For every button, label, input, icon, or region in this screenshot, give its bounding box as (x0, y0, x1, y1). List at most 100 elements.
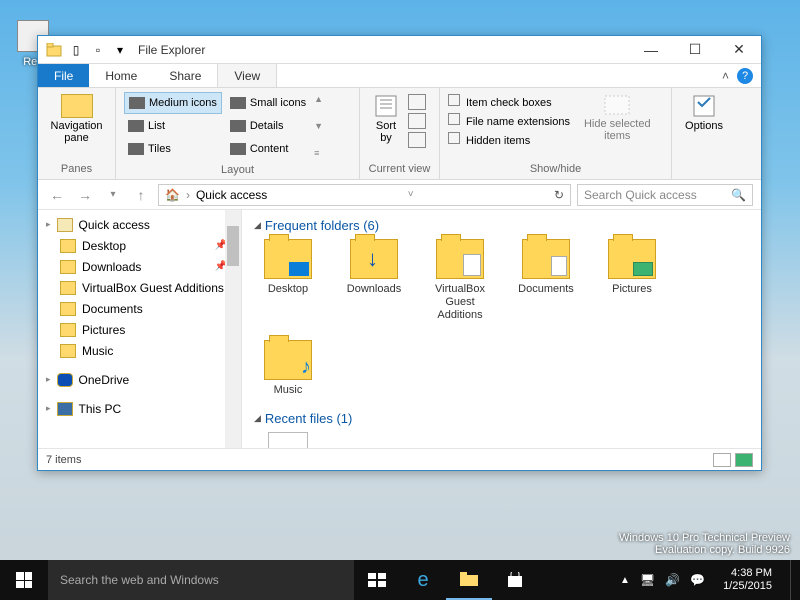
options-button[interactable]: Options (680, 92, 728, 134)
details-icon (230, 120, 246, 132)
scrollbar-thumb[interactable] (227, 226, 239, 266)
folder-desktop[interactable]: Desktop (254, 239, 322, 322)
onedrive-icon (57, 373, 73, 387)
tray-volume-icon[interactable]: 🔊 (665, 573, 680, 587)
file-icon (268, 432, 308, 448)
layout-content[interactable]: Content (226, 138, 310, 160)
recent-dropdown[interactable]: ▾ (102, 184, 124, 206)
sidebar-onedrive[interactable]: ▸OneDrive (38, 369, 241, 390)
ribbon-collapse-icon[interactable]: ˄ (722, 69, 729, 83)
up-button[interactable]: ↑ (130, 184, 152, 206)
tray-notifications-icon[interactable]: 💬 (690, 573, 705, 587)
group-label-showhide: Show/hide (448, 159, 663, 175)
taskbar-clock[interactable]: 4:38 PM 1/25/2015 (715, 567, 780, 593)
check-item-boxes[interactable]: Item check boxes (448, 94, 570, 109)
folder-icon (60, 260, 76, 274)
tab-file[interactable]: File (38, 64, 89, 87)
size-columns-icon[interactable] (408, 132, 426, 148)
layout-more[interactable]: ≡ (314, 148, 323, 158)
sidebar-item-virtualbox[interactable]: VirtualBox Guest Additions (38, 277, 241, 298)
tab-home[interactable]: Home (89, 64, 153, 87)
view-details-button[interactable] (713, 453, 731, 467)
start-button[interactable] (0, 560, 48, 600)
quick-access-toolbar: ▯ ▫ ▾ (44, 40, 130, 60)
tray-network-icon[interactable]: 🖥 (640, 573, 655, 587)
layout-details[interactable]: Details (226, 115, 310, 137)
group-frequent-folders[interactable]: ◢Frequent folders (6) (254, 218, 749, 233)
status-bar: 7 items (38, 448, 761, 470)
close-button[interactable]: ✕ (717, 36, 761, 64)
address-bar[interactable]: 🏠 › Quick access ˅ ↻ (158, 184, 571, 206)
navigation-pane-button[interactable]: Navigation pane (46, 92, 107, 146)
status-text: 7 items (46, 454, 81, 466)
layout-medium-icons[interactable]: Medium icons (124, 92, 222, 114)
qat-dropdown-icon[interactable]: ▾ (110, 40, 130, 60)
ribbon-tabs: File Home Share View ˄ ? (38, 64, 761, 88)
qat-properties-icon[interactable]: ▯ (66, 40, 86, 60)
taskbar-search[interactable]: Search the web and Windows (48, 560, 354, 600)
sort-by-button[interactable]: Sort by (368, 92, 404, 148)
group-by-icon[interactable] (408, 94, 426, 110)
taskbar-store[interactable] (492, 560, 538, 600)
help-icon[interactable]: ? (737, 68, 753, 84)
sidebar-item-downloads[interactable]: Downloads📌 (38, 256, 241, 277)
breadcrumb[interactable]: Quick access (196, 188, 267, 202)
qat-new-folder-icon[interactable]: ▫ (88, 40, 108, 60)
folder-music[interactable]: ♪Music (254, 340, 322, 397)
folder-icon (60, 323, 76, 337)
sidebar-item-pictures[interactable]: Pictures (38, 319, 241, 340)
tiles-icon (128, 143, 144, 155)
sidebar-item-documents[interactable]: Documents (38, 298, 241, 319)
content-icon (230, 143, 246, 155)
desktop-watermark: Windows 10 Pro Technical Preview Evaluat… (619, 532, 790, 556)
sidebar-item-music[interactable]: Music (38, 340, 241, 361)
search-icon: 🔍 (731, 188, 746, 202)
layout-scroll-down[interactable]: ▼ (314, 121, 323, 131)
show-desktop-button[interactable] (790, 560, 796, 600)
list-icon (128, 120, 144, 132)
folder-icon (60, 302, 76, 316)
folder-virtualbox[interactable]: VirtualBox Guest Additions (426, 239, 494, 322)
file-vboxvideo[interactable]: VBoxVideo (254, 432, 322, 448)
check-hidden[interactable]: Hidden items (448, 132, 570, 147)
layout-tiles[interactable]: Tiles (124, 138, 222, 160)
folder-documents[interactable]: Documents (512, 239, 580, 322)
folder-icon (608, 239, 656, 279)
hide-selected-button[interactable]: Hide selected items (578, 92, 657, 147)
layout-list[interactable]: List (124, 115, 222, 137)
folder-icon (60, 344, 76, 358)
taskbar-explorer[interactable] (446, 560, 492, 600)
maximize-button[interactable]: ☐ (673, 36, 717, 64)
taskbar-ie[interactable]: e (400, 560, 446, 600)
hide-selected-icon (603, 94, 631, 116)
store-icon (507, 572, 523, 588)
sidebar-this-pc[interactable]: ▸This PC (38, 398, 241, 419)
options-icon (690, 94, 718, 118)
minimize-button[interactable]: — (629, 36, 673, 64)
forward-button[interactable]: → (74, 184, 96, 206)
back-button[interactable]: ← (46, 184, 68, 206)
add-columns-icon[interactable] (408, 113, 426, 129)
tab-view[interactable]: View (217, 64, 277, 87)
layout-scroll-up[interactable]: ▲ (314, 94, 323, 104)
view-thumbnails-button[interactable] (735, 453, 753, 467)
task-view-button[interactable] (354, 560, 400, 600)
check-extensions[interactable]: File name extensions (448, 113, 570, 128)
group-label-layout: Layout (124, 160, 351, 176)
sidebar-quick-access[interactable]: ▸Quick access (38, 214, 241, 235)
folder-icon (264, 239, 312, 279)
layout-small-icons[interactable]: Small icons (226, 92, 310, 114)
group-label-panes: Panes (46, 159, 107, 175)
sidebar-scrollbar[interactable] (225, 210, 241, 448)
titlebar: ▯ ▫ ▾ File Explorer — ☐ ✕ (38, 36, 761, 64)
home-icon: 🏠 (165, 188, 180, 202)
refresh-icon[interactable]: ↻ (554, 188, 564, 202)
search-input[interactable]: Search Quick access 🔍 (577, 184, 753, 206)
folder-downloads[interactable]: ↓Downloads (340, 239, 408, 322)
group-recent-files[interactable]: ◢Recent files (1) (254, 411, 749, 426)
tray-expand-icon[interactable]: ▲ (620, 575, 630, 586)
folder-pictures[interactable]: Pictures (598, 239, 666, 322)
tab-share[interactable]: Share (153, 64, 217, 87)
sidebar-item-desktop[interactable]: Desktop📌 (38, 235, 241, 256)
group-label-current-view: Current view (368, 159, 431, 175)
